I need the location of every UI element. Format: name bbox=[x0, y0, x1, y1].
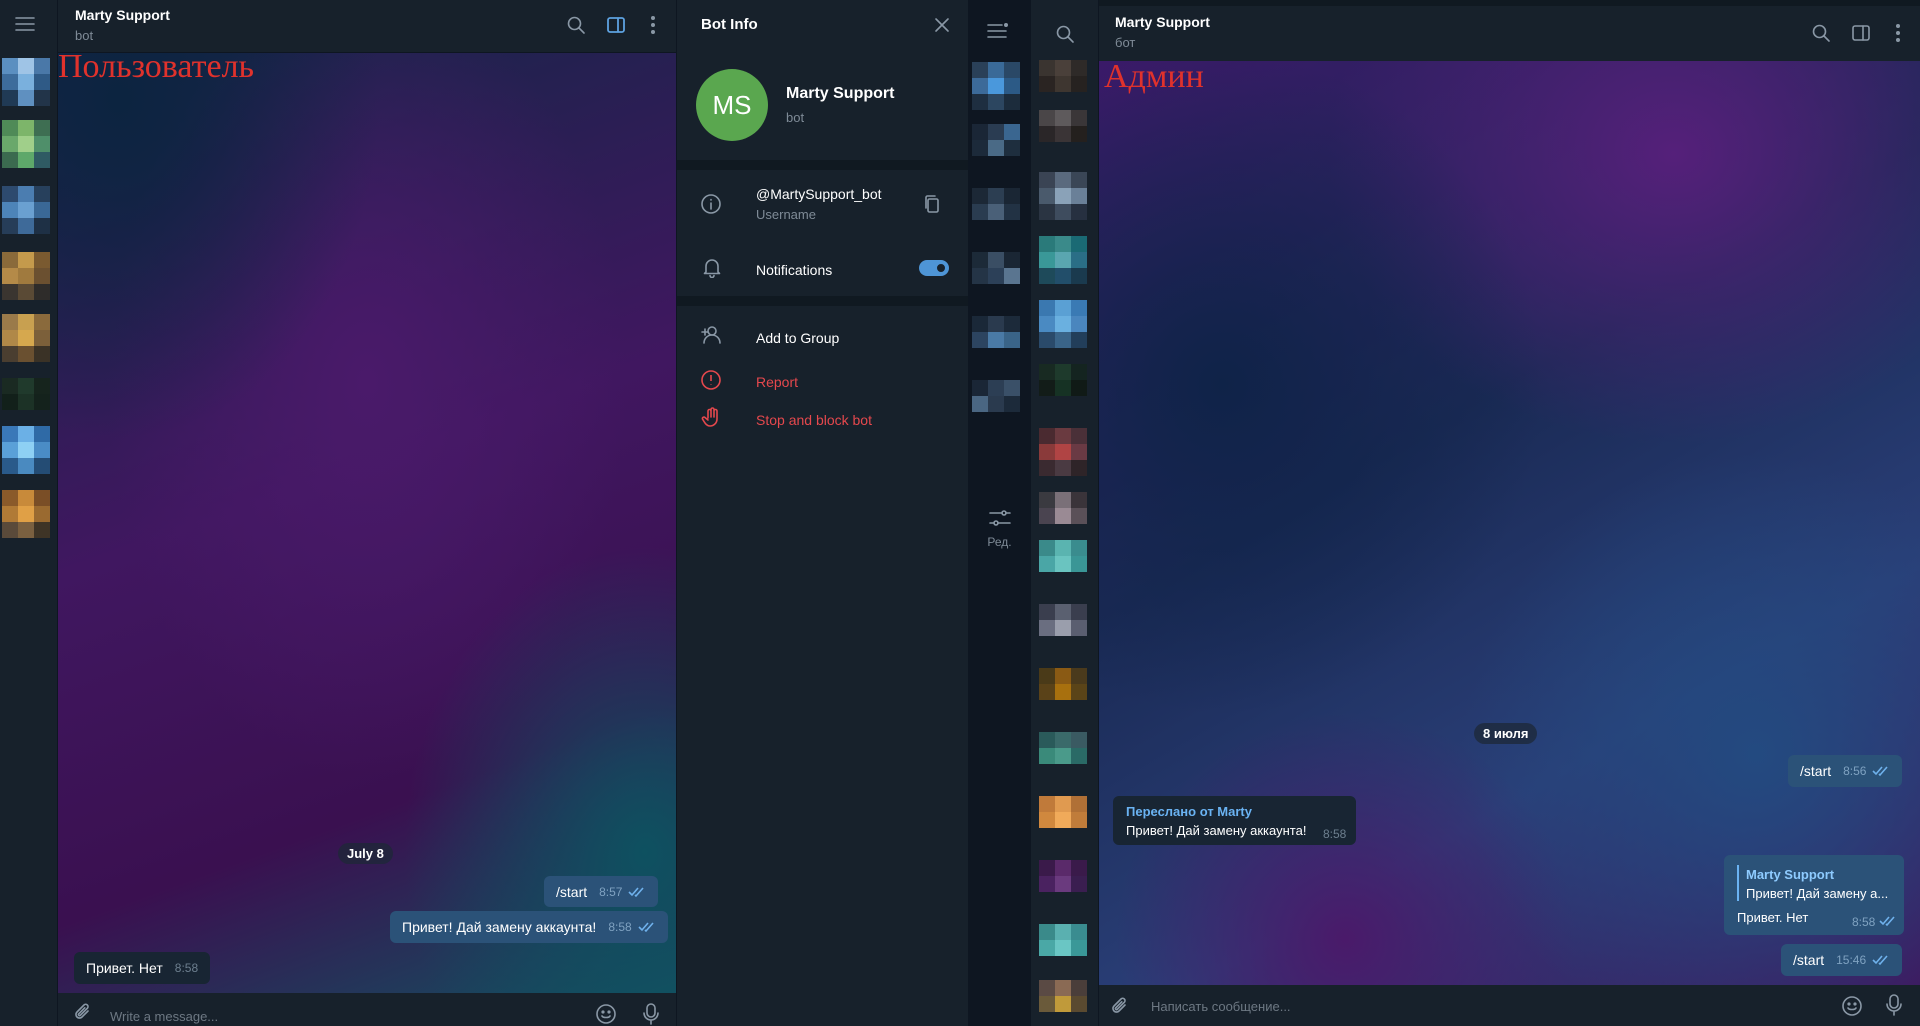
bot-status: bot bbox=[786, 110, 805, 125]
attach-icon[interactable] bbox=[72, 1001, 94, 1023]
right-chat-header[interactable]: Marty Support бот bbox=[1099, 0, 1920, 61]
stop-block-row[interactable]: Stop and block bot bbox=[677, 402, 969, 438]
section-divider bbox=[677, 296, 969, 306]
username-label: Username bbox=[756, 207, 816, 222]
stop-block-label: Stop and block bot bbox=[756, 412, 872, 428]
message-time: 8:58 bbox=[174, 961, 199, 975]
attach-icon[interactable] bbox=[1109, 995, 1131, 1017]
double-check-icon bbox=[1879, 915, 1897, 927]
bot-info-panel: Bot Info MS Marty Support bot @MartySupp… bbox=[676, 0, 969, 1026]
message-text: Привет! Дай замену аккаунта! bbox=[402, 919, 597, 935]
report-label: Report bbox=[756, 374, 799, 390]
message-text: /start bbox=[556, 883, 588, 900]
double-check-icon bbox=[638, 921, 656, 933]
more-options-icon[interactable] bbox=[1895, 23, 1901, 43]
message-time: 15:46 bbox=[1836, 953, 1867, 967]
chat-title: Marty Support bbox=[75, 7, 170, 23]
left-chat-window: Marty Support bot Пользователь July 8 /s… bbox=[58, 0, 676, 1026]
forwarded-message[interactable]: Переслано от Marty Привет! Дай замену ак… bbox=[1113, 796, 1356, 845]
close-icon[interactable] bbox=[933, 16, 951, 34]
admin-overlay-label: Админ bbox=[1104, 58, 1204, 95]
message-input[interactable]: Write a message... bbox=[110, 1009, 218, 1024]
chat-list-strip-right bbox=[1031, 0, 1099, 1026]
left-composer: Write a message... bbox=[58, 993, 676, 1026]
right-chat-background bbox=[1099, 61, 1920, 985]
reply-quote-bar bbox=[1737, 865, 1739, 901]
message-text: Привет. Нет bbox=[1737, 910, 1809, 925]
reply-text: Привет! Дай замену а... bbox=[1746, 886, 1889, 901]
menu-icon[interactable] bbox=[986, 22, 1010, 40]
report-row[interactable]: Report bbox=[677, 364, 969, 400]
info-icon bbox=[700, 193, 722, 215]
user-overlay-label: Пользователь bbox=[58, 48, 255, 85]
copy-icon[interactable] bbox=[923, 194, 941, 214]
emoji-icon[interactable] bbox=[1841, 995, 1863, 1017]
right-composer: Написать сообщение... bbox=[1099, 985, 1920, 1026]
hand-stop-icon bbox=[701, 406, 723, 430]
menu-icon[interactable] bbox=[14, 15, 36, 33]
message-text: Привет. Нет bbox=[86, 960, 163, 976]
add-user-icon bbox=[699, 324, 725, 346]
double-check-icon bbox=[1872, 765, 1890, 777]
username-row[interactable]: @MartySupport_bot Username bbox=[677, 180, 969, 230]
folder-sidebar: Ред. bbox=[968, 0, 1031, 1026]
message-time: 8:57 bbox=[599, 884, 623, 899]
edit-folders-icon[interactable] bbox=[988, 508, 1012, 528]
message-bubble-out[interactable]: /start 15:46 bbox=[1781, 944, 1903, 976]
bot-avatar[interactable]: MS bbox=[696, 69, 768, 141]
message-bubble-out[interactable]: Привет! Дай замену аккаунта! 8:58 bbox=[390, 911, 668, 943]
message-bubble-out[interactable]: /start 8:57 bbox=[544, 876, 659, 907]
sidebar-toggle-icon[interactable] bbox=[1851, 24, 1871, 42]
sidebar-toggle-icon[interactable] bbox=[606, 16, 626, 34]
section-divider bbox=[677, 160, 969, 170]
chat-subtitle: bot bbox=[75, 28, 94, 43]
reply-message[interactable]: Marty Support Привет! Дай замену а... Пр… bbox=[1724, 855, 1904, 935]
chat-avatars-pixelated[interactable] bbox=[1031, 60, 1098, 1026]
message-text: /start bbox=[1793, 952, 1825, 968]
add-to-group-row[interactable]: Add to Group bbox=[677, 318, 969, 354]
notifications-label: Notifications bbox=[756, 262, 833, 278]
microphone-icon[interactable] bbox=[1885, 993, 1903, 1017]
microphone-icon[interactable] bbox=[642, 1002, 660, 1026]
emoji-icon[interactable] bbox=[595, 1003, 617, 1025]
left-chat-header[interactable]: Marty Support bot bbox=[58, 0, 676, 53]
message-time: 8:58 bbox=[1323, 827, 1347, 841]
notifications-toggle[interactable] bbox=[919, 260, 949, 276]
chat-title: Marty Support bbox=[1115, 14, 1210, 30]
edit-folders-label[interactable]: Ред. bbox=[968, 535, 1031, 549]
search-icon[interactable] bbox=[1811, 23, 1831, 43]
message-text: Привет! Дай замену аккаунта! bbox=[1126, 823, 1307, 838]
message-time: 8:58 bbox=[1852, 915, 1876, 929]
chat-avatars-pixelated[interactable] bbox=[0, 56, 57, 556]
reply-name[interactable]: Marty Support bbox=[1746, 867, 1834, 882]
date-pill: 8 июля bbox=[1474, 723, 1538, 744]
more-options-icon[interactable] bbox=[650, 15, 656, 35]
avatar-initials: MS bbox=[712, 89, 752, 120]
bot-name: Marty Support bbox=[786, 85, 895, 102]
search-icon[interactable] bbox=[566, 15, 586, 35]
chat-list-strip-left bbox=[0, 0, 58, 1026]
notifications-row[interactable]: Notifications bbox=[677, 250, 969, 290]
folder-avatars-pixelated[interactable] bbox=[968, 58, 1031, 478]
bell-icon bbox=[701, 256, 723, 278]
message-bubble-out[interactable]: /start 8:56 bbox=[1788, 755, 1903, 787]
bot-info-title: Bot Info bbox=[701, 16, 758, 33]
username-value: @MartySupport_bot bbox=[756, 186, 882, 202]
message-bubble-in[interactable]: Привет. Нет 8:58 bbox=[74, 952, 211, 984]
search-icon[interactable] bbox=[1055, 24, 1075, 44]
chat-subtitle: бот bbox=[1115, 35, 1136, 50]
right-chat-window: Marty Support бот Админ 8 июля /start 8:… bbox=[1099, 0, 1920, 1026]
message-text: /start bbox=[1800, 763, 1832, 779]
message-time: 8:58 bbox=[608, 920, 632, 934]
report-icon bbox=[700, 369, 722, 391]
message-input[interactable]: Написать сообщение... bbox=[1151, 999, 1291, 1014]
message-time: 8:56 bbox=[1843, 764, 1867, 778]
date-pill: July 8 bbox=[338, 843, 393, 864]
add-to-group-label: Add to Group bbox=[756, 330, 840, 346]
double-check-icon bbox=[628, 886, 646, 898]
double-check-icon bbox=[1872, 954, 1890, 966]
forward-from-label[interactable]: Переслано от Marty bbox=[1126, 804, 1252, 819]
